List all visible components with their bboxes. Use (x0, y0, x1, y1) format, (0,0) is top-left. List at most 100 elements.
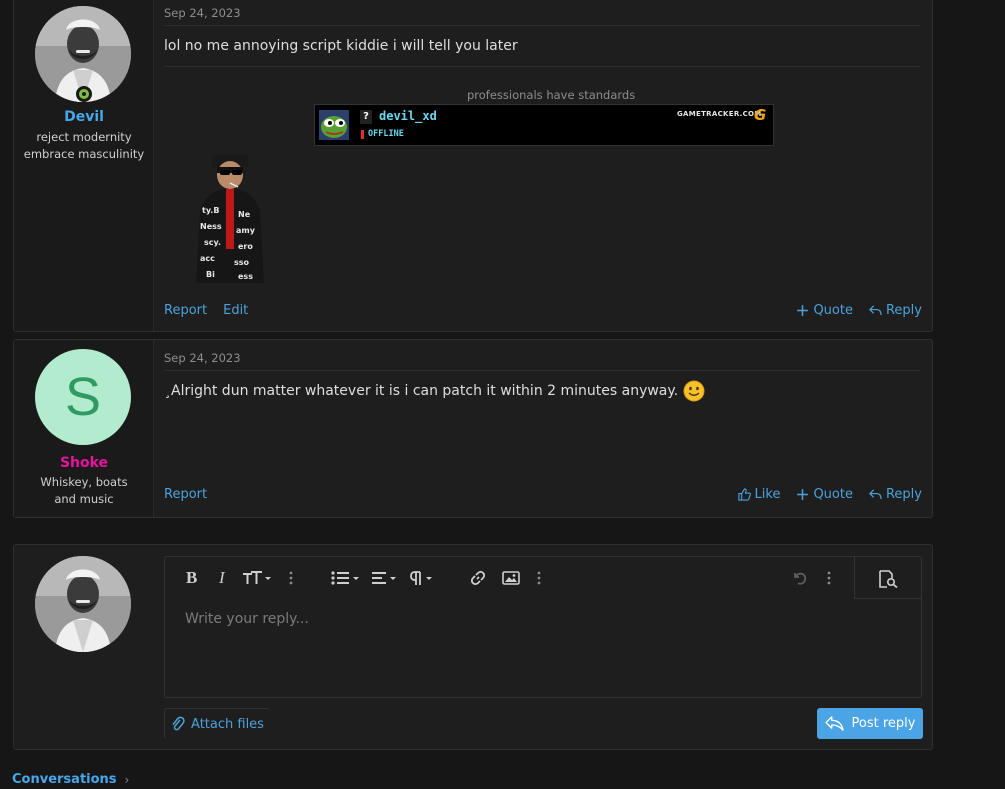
like-label: Like (754, 487, 781, 502)
undo-icon (794, 572, 807, 585)
conversations-label: Conversations (12, 772, 117, 787)
like-button[interactable]: Like (737, 487, 781, 502)
list-button[interactable] (331, 569, 361, 587)
quote-label: Quote (813, 487, 853, 502)
reply-input[interactable]: Write your reply... (185, 611, 309, 627)
reply-button[interactable]: Reply (869, 303, 922, 318)
banner-player-name: devil_xd (379, 109, 437, 123)
report-button[interactable]: Report (164, 487, 207, 502)
avatar[interactable] (35, 556, 131, 652)
reply-label: Reply (885, 487, 922, 502)
bold-button[interactable]: B (186, 568, 197, 587)
quick-reply: B I Write your reply... Attach files Pos… (13, 544, 933, 750)
svg-text:acc: acc (200, 254, 215, 263)
paperclip-icon (172, 716, 185, 731)
preview-icon (879, 570, 898, 588)
user-title: reject modernity embrace masculinity (22, 129, 146, 163)
divider (164, 25, 921, 26)
quote-button[interactable]: Quote (796, 487, 853, 502)
username[interactable]: Devil (14, 109, 154, 125)
post-date[interactable]: Sep 24, 2023 (164, 351, 241, 365)
post-body: ¸Alright dun matter whatever it is i can… (164, 380, 705, 402)
svg-text:scy.: scy. (204, 238, 221, 247)
align-button[interactable] (371, 569, 401, 587)
post-main: Sep 24, 2023 lol no me annoying script k… (164, 0, 922, 331)
post-actions-left: Report Edit (164, 303, 248, 318)
plus-icon (797, 305, 809, 316)
more-options-icon[interactable] (537, 569, 541, 587)
plus-icon (797, 489, 809, 500)
avatar-letter: S (64, 367, 102, 427)
svg-text:ero: ero (238, 242, 253, 251)
link-button[interactable] (470, 569, 486, 587)
svg-text:sso: sso (234, 258, 250, 267)
post-shoke: S Shoke Whiskey, boats and music Sep 24,… (13, 339, 933, 518)
undo-button[interactable] (792, 569, 808, 587)
attach-files-button[interactable]: Attach files (164, 708, 270, 739)
italic-button[interactable]: I (219, 568, 225, 587)
more-options-icon[interactable] (289, 569, 293, 587)
link-icon (470, 570, 486, 586)
user-cell: S Shoke Whiskey, boats and music (14, 340, 154, 517)
offline-status-icon (361, 130, 364, 139)
svg-text:Ne: Ne (238, 210, 251, 219)
online-status-icon (76, 86, 92, 102)
align-left-icon (372, 572, 396, 584)
post-reply-button[interactable]: Post reply (817, 708, 923, 739)
svg-text:ty.B: ty.B (202, 206, 219, 215)
more-options-icon[interactable] (827, 569, 831, 587)
text-size-button[interactable] (242, 569, 272, 587)
user-title-line: reject modernity (36, 130, 132, 144)
gametracker-banner[interactable]: ? devil_xd OFFLINE GAMETRACKER.COM G (314, 104, 774, 146)
post-date[interactable]: Sep 24, 2023 (164, 6, 241, 20)
text-size-icon (243, 571, 271, 584)
reply-icon (869, 489, 882, 500)
image-button[interactable] (502, 569, 520, 587)
svg-text:Ness: Ness (200, 222, 222, 231)
svg-text:amy: amy (236, 226, 256, 235)
banner-status: OFFLINE (368, 129, 404, 139)
avatar-image-devil (35, 556, 131, 652)
quote-label: Quote (813, 303, 853, 318)
signature-character-image: ty.B Ne Ness amy scy. ero acc sso Bi ess (196, 155, 264, 283)
user-title-line: embrace masculinity (23, 147, 145, 161)
conversations-link[interactable]: Conversations › (12, 772, 129, 787)
post-body: lol no me annoying script kiddie i will … (164, 38, 518, 54)
thumbs-up-icon (737, 488, 751, 501)
banner-brand: GAMETRACKER.COM (677, 110, 762, 118)
attach-files-label: Attach files (191, 716, 264, 732)
vertical-dots-icon (289, 571, 293, 585)
user-title: Whiskey, boats and music (40, 475, 128, 506)
svg-text:ess: ess (238, 272, 253, 281)
svg-text:Bi: Bi (206, 270, 215, 279)
post-actions-left: Report (164, 487, 207, 502)
reply-icon (824, 716, 844, 731)
post-actions-right: Quote Reply (796, 303, 922, 318)
signature-caption: professionals have standards (467, 88, 636, 102)
report-button[interactable]: Report (164, 303, 207, 318)
post-reply-label: Post reply (851, 716, 916, 731)
quote-button[interactable]: Quote (796, 303, 853, 318)
vertical-dots-icon (537, 571, 541, 585)
reply-button[interactable]: Reply (869, 487, 922, 502)
user-cell: Devil reject modernity embrace masculini… (14, 0, 154, 331)
paragraph-icon (410, 571, 432, 585)
edit-button[interactable]: Edit (223, 303, 248, 318)
post-main: Sep 24, 2023 ¸Alright dun matter whateve… (164, 340, 922, 517)
paragraph-button[interactable] (410, 569, 440, 587)
post-body-text: ¸Alright dun matter whatever it is i can… (164, 383, 679, 399)
preview-toggle[interactable] (854, 557, 921, 599)
user-cell (14, 545, 154, 749)
image-icon (502, 571, 520, 585)
signature-divider (164, 66, 921, 67)
gametracker-logo-icon: G (754, 106, 767, 124)
avatar[interactable]: S (35, 349, 131, 445)
list-icon (331, 571, 359, 585)
chevron-right-icon: › (124, 772, 130, 787)
smile-emoji-icon (683, 380, 705, 402)
reply-editor[interactable]: B I Write your reply... (164, 556, 922, 698)
vertical-dots-icon (827, 571, 831, 585)
reply-icon (869, 305, 882, 316)
username[interactable]: Shoke (14, 455, 154, 471)
banner-badge: ? (360, 110, 372, 124)
